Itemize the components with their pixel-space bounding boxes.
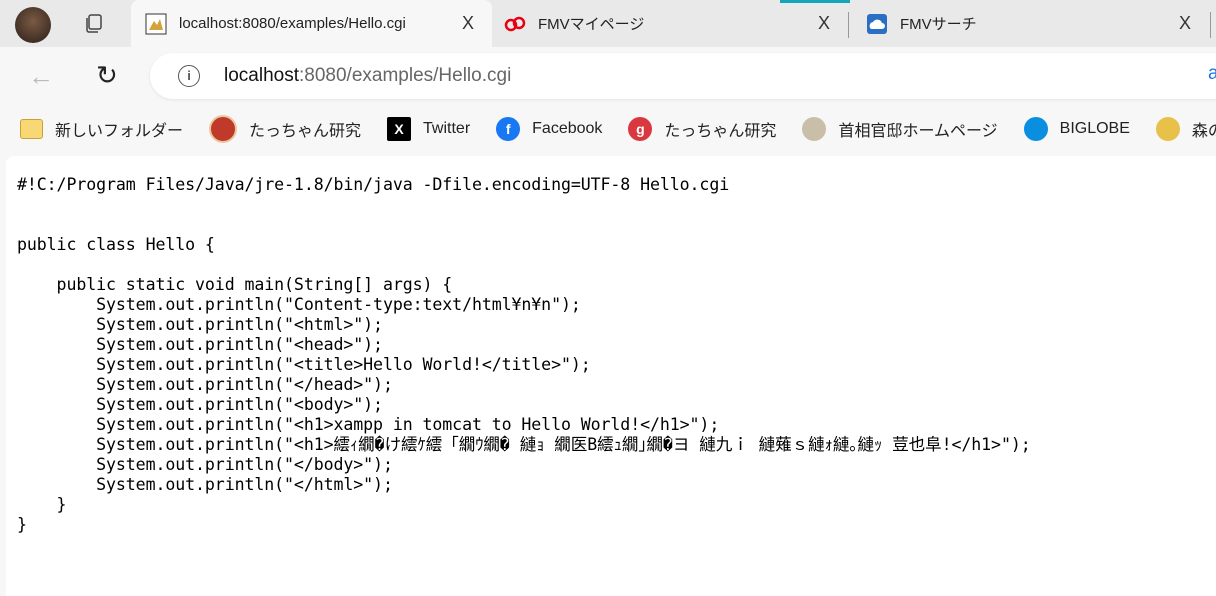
profile-avatar[interactable]	[15, 7, 51, 43]
code-line: System.out.println("Content-type:text/ht…	[17, 295, 581, 314]
bookmark-kantei[interactable]: 首相官邸ホームページ	[802, 117, 998, 141]
tab-title: localhost:8080/examples/Hello.cgi	[179, 15, 406, 32]
code-line: System.out.println("</head>");	[17, 375, 393, 394]
kantei-icon	[802, 117, 827, 141]
back-arrow-icon[interactable]: ←	[28, 61, 54, 92]
code-line: System.out.println("<body>");	[17, 395, 383, 414]
avatar-icon	[209, 115, 238, 143]
bookmark-label: たっちゃん研究	[664, 123, 777, 140]
reload-icon[interactable]: ↻	[96, 60, 118, 91]
goo-icon: g	[628, 117, 653, 141]
code-line: }	[17, 495, 67, 514]
bookmark-label: 首相官邸ホームページ	[838, 123, 998, 140]
code-line: System.out.println("</html>");	[17, 475, 393, 494]
character-icon	[1155, 117, 1180, 141]
close-tab-icon[interactable]: X	[814, 13, 834, 34]
bookmark-label: 新しいフォルダー	[55, 123, 184, 140]
fmv-logo-icon	[504, 16, 526, 31]
url-trailing-text: a	[1208, 63, 1216, 84]
facebook-icon: f	[496, 117, 521, 141]
code-line: System.out.println("<title>Hello World!<…	[17, 355, 591, 374]
bookmark-label: Facebook	[532, 120, 603, 137]
url-text[interactable]: localhost:8080/examples/Hello.cgi	[224, 65, 511, 87]
fmv-search-icon	[867, 13, 887, 34]
bookmark-label: たっちゃん研究	[249, 123, 362, 140]
bookmark-label: BIGLOBE	[1059, 120, 1130, 137]
code-line: System.out.println("<html>");	[17, 315, 383, 334]
page-content: #!C:/Program Files/Java/jre-1.8/bin/java…	[6, 156, 1216, 596]
navigation-bar: ← ↻ i localhost:8080/examples/Hello.cgi …	[0, 47, 1216, 107]
bookmark-new-folder[interactable]: 新しいフォルダー	[20, 117, 183, 141]
code-line: System.out.println("<head>");	[17, 335, 383, 354]
code-line: System.out.println("<h1>xampp in tomcat …	[17, 415, 720, 434]
tab-actions-icon[interactable]	[82, 13, 104, 35]
tab-title: FMVマイページ	[538, 16, 645, 33]
bookmark-tacchan-1[interactable]: たっちゃん研究	[209, 115, 361, 143]
site-info-icon[interactable]: i	[178, 65, 200, 87]
tab-title: FMVサーチ	[900, 16, 977, 33]
tab-fmv-search[interactable]: FMVサーチ X	[856, 0, 1201, 47]
folder-icon	[20, 119, 43, 139]
biglobe-icon	[1023, 117, 1048, 141]
code-line: System.out.println("</body>");	[17, 455, 393, 474]
tab-strip: localhost:8080/examples/Hello.cgi X FMVマ…	[0, 0, 1216, 47]
bookmark-mori[interactable]: 森の街タ	[1155, 117, 1216, 141]
bookmark-facebook[interactable]: f Facebook	[496, 117, 602, 141]
code-line: #!C:/Program Files/Java/jre-1.8/bin/java…	[17, 175, 730, 194]
close-tab-icon[interactable]: X	[1175, 13, 1195, 34]
code-line: public static void main(String[] args) {	[17, 275, 453, 294]
bookmark-label: 森の街タ	[1191, 123, 1216, 140]
source-code: #!C:/Program Files/Java/jre-1.8/bin/java…	[17, 175, 1031, 535]
bookmarks-bar: 新しいフォルダー たっちゃん研究 X Twitter f Facebook g たっち…	[0, 107, 1216, 151]
tomcat-icon	[145, 13, 167, 34]
address-bar[interactable]: i localhost:8080/examples/Hello.cgi a	[150, 53, 1216, 99]
code-line: }	[17, 515, 27, 534]
url-host: localhost	[224, 65, 299, 86]
tab-separator	[1210, 12, 1211, 38]
code-line: System.out.println("<h1>繧ｨ繝�け繧ｹ繧「繝ｳ繝� 縺ｮ…	[17, 435, 1031, 454]
bookmark-twitter[interactable]: X Twitter	[387, 117, 470, 141]
tab-separator	[848, 12, 849, 38]
bookmark-biglobe[interactable]: BIGLOBE	[1023, 117, 1130, 141]
bookmark-tacchan-2[interactable]: g たっちゃん研究	[628, 117, 776, 141]
tab-localhost[interactable]: localhost:8080/examples/Hello.cgi X	[131, 0, 492, 47]
close-tab-icon[interactable]: X	[458, 13, 478, 34]
x-icon: X	[387, 117, 412, 141]
code-line: public class Hello {	[17, 235, 215, 254]
bookmark-label: Twitter	[423, 120, 471, 137]
url-path: :8080/examples/Hello.cgi	[299, 65, 512, 86]
tab-fmv-mypage[interactable]: FMVマイページ X	[494, 0, 840, 47]
